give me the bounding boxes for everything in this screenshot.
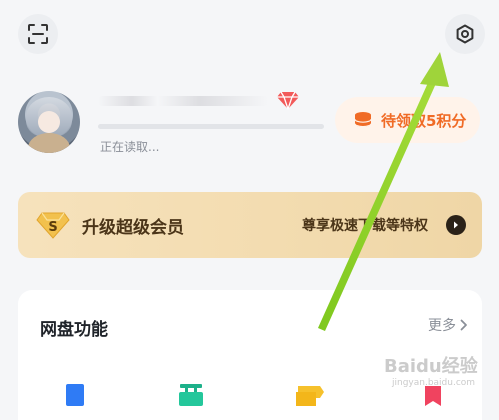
claim-points-button[interactable]: 待领取5积分 (335, 97, 480, 143)
more-label: 更多 (428, 318, 456, 334)
super-vip-badge-icon: S (36, 212, 70, 239)
avatar-body (28, 133, 70, 153)
username-placeholder (98, 96, 268, 106)
red-diamond-icon[interactable] (276, 90, 300, 110)
watermark-subtext: jingyan.baidu.com (392, 378, 476, 388)
avatar-face (38, 111, 60, 133)
upgrade-vip-banner[interactable]: S 升级超级会员 尊享极速下载等特权 (18, 192, 482, 258)
blue-doc-icon[interactable] (64, 382, 86, 406)
more-link[interactable]: 更多 (428, 315, 468, 335)
yellow-tag-icon[interactable] (294, 382, 326, 406)
storage-status-text: 正在读取... (100, 140, 160, 154)
scan-icon (28, 24, 48, 44)
panel-title: 网盘功能 (40, 320, 108, 340)
baidu-watermark: Baidu经验 jingyan.baidu.com (384, 352, 494, 396)
settings-button[interactable] (445, 14, 485, 54)
vip-banner-arrow[interactable] (446, 215, 466, 235)
vip-banner-subtitle: 尊享极速下载等特权 (302, 218, 428, 234)
claim-points-label: 待领取5积分 (381, 111, 467, 130)
chevron-right-icon (460, 319, 467, 331)
storage-progress-bar (98, 124, 324, 129)
chevron-right-icon (454, 221, 458, 229)
avatar[interactable] (18, 91, 80, 153)
watermark-text: Baidu经验 (384, 356, 478, 377)
badge-letter: S (48, 220, 57, 235)
green-bag-icon[interactable] (176, 382, 206, 406)
settings-gear-icon (456, 24, 474, 44)
scan-button[interactable] (18, 14, 58, 54)
vip-banner-title: 升级超级会员 (82, 217, 184, 238)
coin-stack-icon (354, 112, 372, 128)
